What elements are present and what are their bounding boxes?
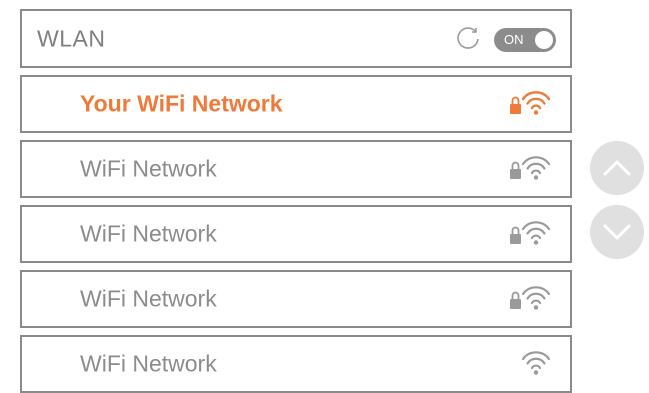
- wifi-icon: [510, 91, 551, 115]
- network-row[interactable]: WiFi Network: [20, 270, 572, 328]
- lock-icon: [510, 161, 521, 179]
- wlan-toggle[interactable]: ON: [494, 28, 556, 52]
- wifi-icon: [510, 221, 551, 245]
- scroll-down-button[interactable]: [590, 205, 644, 259]
- network-name: WiFi Network: [80, 155, 217, 182]
- network-name: Your WiFi Network: [80, 90, 283, 117]
- network-row[interactable]: WiFi Network: [20, 205, 572, 263]
- network-row[interactable]: WiFi Network: [20, 335, 572, 393]
- wifi-icon: [510, 156, 551, 180]
- network-row[interactable]: WiFi Network: [20, 140, 572, 198]
- toggle-knob: [535, 31, 553, 49]
- lock-icon: [510, 291, 521, 309]
- refresh-icon[interactable]: [454, 25, 482, 53]
- wlan-header: WLAN ON: [20, 9, 572, 68]
- wlan-title: WLAN: [37, 25, 106, 51]
- wifi-icon: [521, 351, 551, 375]
- network-name: WiFi Network: [80, 285, 217, 312]
- network-name: WiFi Network: [80, 350, 217, 377]
- chevron-down-icon: [603, 224, 631, 240]
- wifi-icon: [510, 286, 551, 310]
- scroll-up-button[interactable]: [590, 141, 644, 195]
- network-name: WiFi Network: [80, 220, 217, 247]
- lock-icon: [510, 226, 521, 244]
- chevron-up-icon: [603, 160, 631, 176]
- lock-icon: [510, 96, 521, 114]
- toggle-label: ON: [504, 32, 524, 47]
- network-row-active[interactable]: Your WiFi Network: [20, 75, 572, 133]
